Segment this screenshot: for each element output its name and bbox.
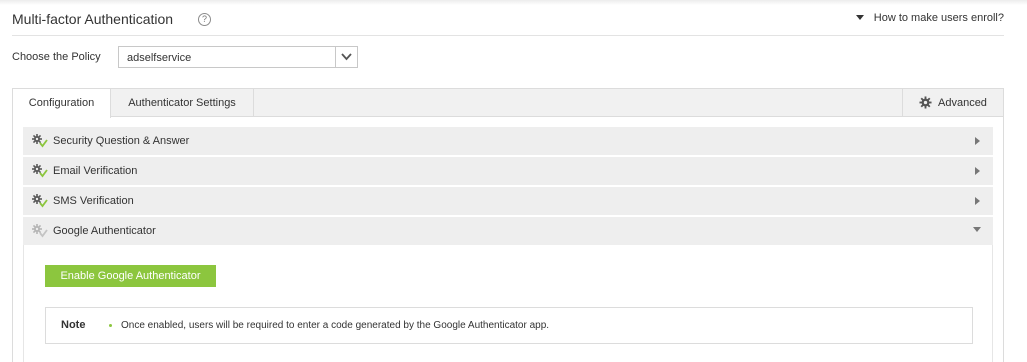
accordion-label: SMS Verification: [53, 195, 134, 207]
chevron-right-icon: [975, 197, 980, 205]
page-title: Multi-factor Authentication: [12, 11, 174, 27]
page-header: Multi-factor Authentication ? How to mak…: [12, 10, 1004, 36]
accordion-label: Google Authenticator: [53, 225, 156, 237]
enable-google-authenticator-button[interactable]: Enable Google Authenticator: [45, 265, 216, 287]
chevron-down-icon: [973, 227, 981, 232]
accordion-sms-verification[interactable]: SMS Verification: [23, 187, 993, 215]
gears-enabled-icon: [32, 134, 48, 148]
note-title: Note: [61, 319, 86, 331]
advanced-label: Advanced: [938, 97, 987, 109]
bullet-icon: [109, 324, 112, 327]
accordion-label: Email Verification: [53, 165, 138, 177]
top-shadow: [0, 0, 1027, 5]
chevron-right-icon: [975, 167, 980, 175]
tab-authenticator-settings[interactable]: Authenticator Settings: [111, 89, 254, 117]
gears-enabled-icon: [32, 194, 48, 208]
gear-icon: [919, 96, 932, 109]
tab-bar: Configuration Authenticator Settings Adv…: [13, 89, 1003, 118]
policy-label: Choose the Policy: [12, 51, 101, 63]
mfa-panel: Configuration Authenticator Settings Adv…: [12, 88, 1004, 362]
advanced-button[interactable]: Advanced: [902, 89, 1003, 117]
chevron-down-icon: [341, 53, 352, 61]
help-icon[interactable]: ?: [198, 13, 211, 26]
accordion-email-verification[interactable]: Email Verification: [23, 157, 993, 185]
policy-dropdown-button[interactable]: [335, 47, 357, 67]
tab-configuration[interactable]: Configuration: [13, 89, 111, 118]
gears-disabled-icon: [32, 224, 48, 238]
note-text: Once enabled, users will be required to …: [121, 320, 550, 331]
chevron-right-icon: [975, 137, 980, 145]
accordion-security-question[interactable]: Security Question & Answer: [23, 127, 993, 155]
note-box: Note Once enabled, users will be require…: [45, 307, 973, 344]
gears-enabled-icon: [32, 164, 48, 178]
enroll-help-label: How to make users enroll?: [873, 12, 1004, 24]
accordion-label: Security Question & Answer: [53, 135, 190, 147]
policy-selected-value: adselfservice: [127, 52, 192, 64]
enroll-help-link[interactable]: How to make users enroll?: [855, 12, 1004, 24]
policy-select[interactable]: adselfservice: [118, 46, 358, 68]
caret-down-icon: [855, 15, 864, 20]
accordion-google-authenticator[interactable]: Google Authenticator: [23, 217, 993, 245]
google-authenticator-body: Enable Google Authenticator Note Once en…: [23, 245, 993, 362]
